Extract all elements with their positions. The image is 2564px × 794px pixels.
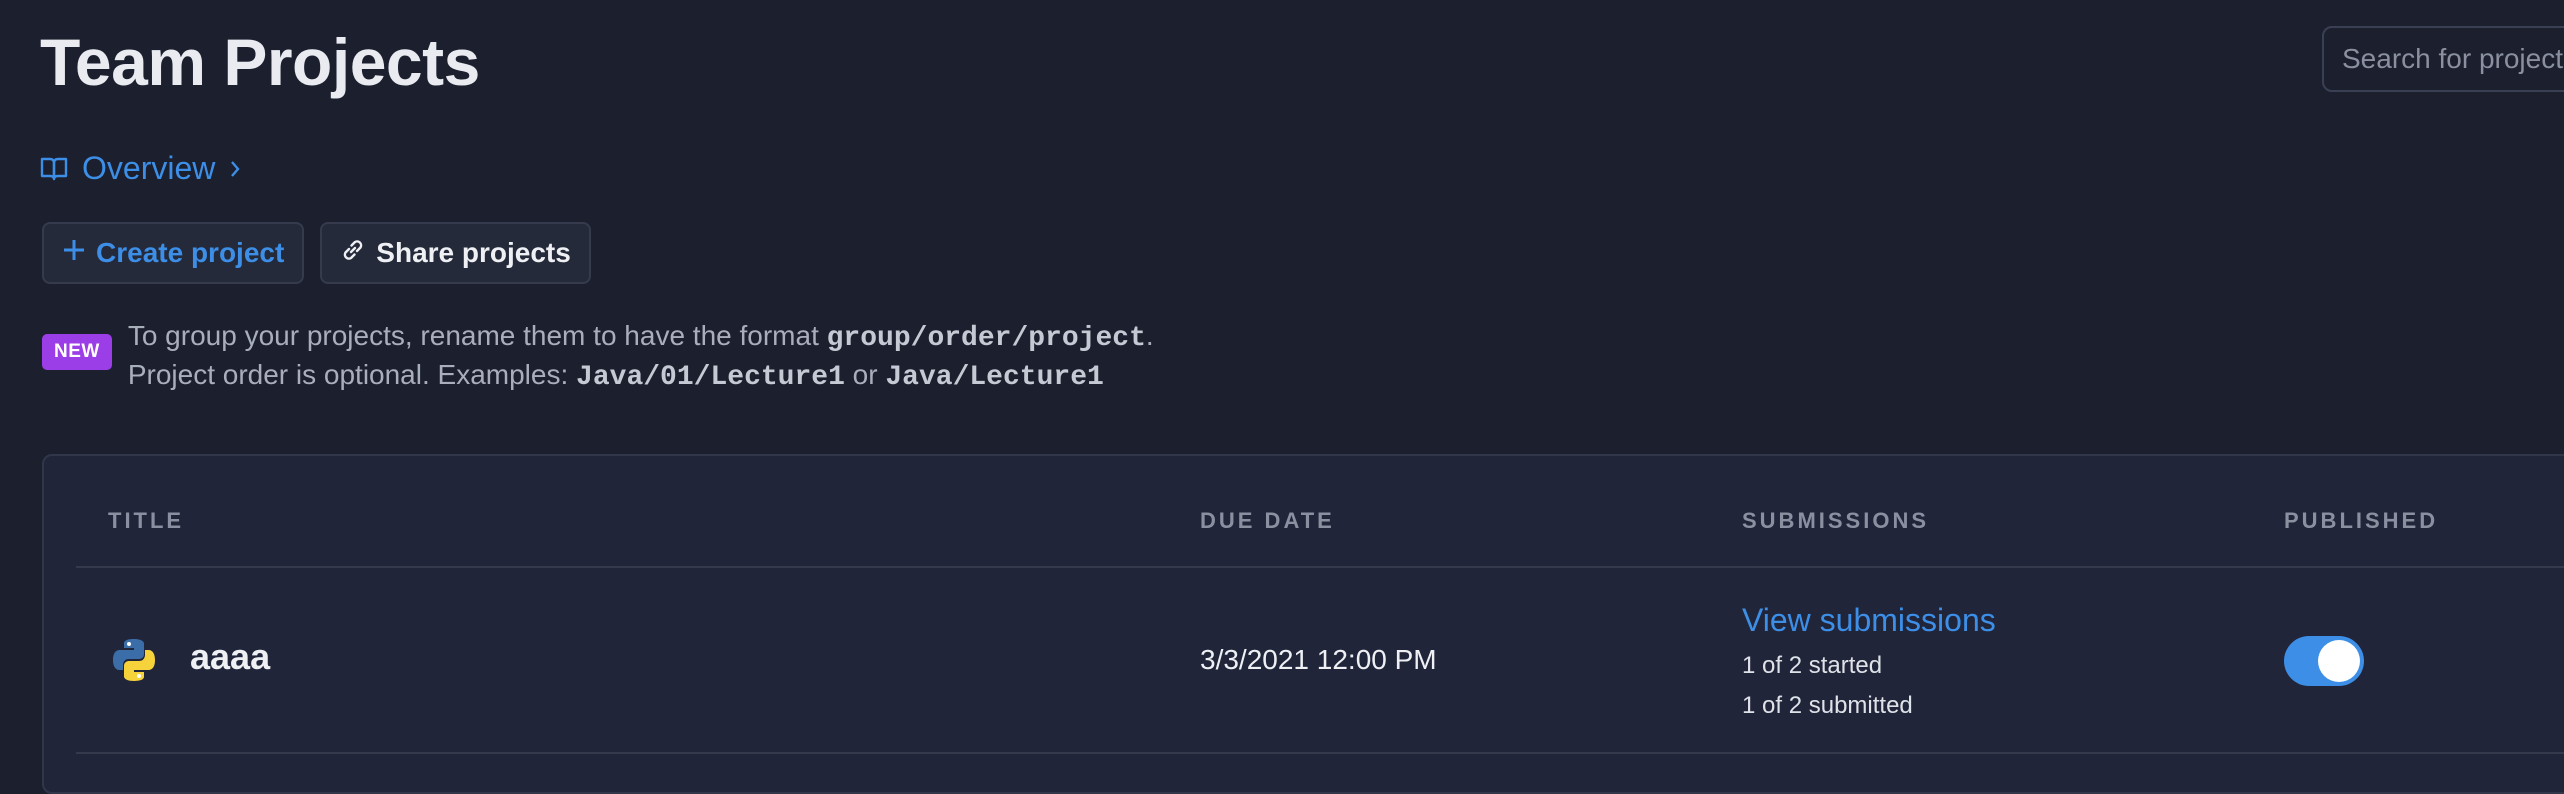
search-input[interactable] xyxy=(2324,28,2564,90)
row-divider xyxy=(76,752,2564,754)
format-code: group/order/project xyxy=(826,323,1146,354)
example-code-1: Java/01/Lecture1 xyxy=(576,362,845,393)
project-actions: Create project Share projects xyxy=(42,222,591,284)
toggle-knob xyxy=(2318,640,2360,682)
notice-line-1: To group your projects, rename them to h… xyxy=(128,318,1154,357)
notice-text: To group your projects, rename them to h… xyxy=(128,318,1154,396)
grouping-notice: NEW To group your projects, rename them … xyxy=(42,318,1154,396)
notice-or: or xyxy=(844,359,886,390)
python-icon xyxy=(110,636,158,689)
share-projects-label: Share projects xyxy=(376,237,571,268)
plus-icon xyxy=(62,237,86,269)
header-divider xyxy=(76,566,2564,568)
link-icon xyxy=(340,237,366,270)
project-title[interactable]: aaaa xyxy=(190,636,270,678)
breadcrumb[interactable]: Overview xyxy=(40,150,241,187)
chevron-right-icon xyxy=(229,159,241,179)
breadcrumb-overview-label[interactable]: Overview xyxy=(82,150,215,187)
search-box[interactable] xyxy=(2322,26,2564,92)
view-submissions-link[interactable]: View submissions xyxy=(1742,602,1996,639)
create-project-button[interactable]: Create project xyxy=(42,222,305,284)
due-date: 3/3/2021 12:00 PM xyxy=(1200,644,1437,675)
page-title: Team Projects xyxy=(40,25,480,99)
book-icon xyxy=(40,156,68,182)
notice-line-2: Project order is optional. Examples: Jav… xyxy=(128,357,1154,396)
notice-line-1-text: To group your projects, rename them to h… xyxy=(127,320,827,351)
published-toggle[interactable] xyxy=(2284,636,2364,686)
column-header-published[interactable]: PUBLISHED xyxy=(2284,508,2438,534)
new-badge: NEW xyxy=(42,334,112,370)
share-projects-button[interactable]: Share projects xyxy=(320,222,591,284)
notice-line-1-end: . xyxy=(1145,320,1154,351)
column-header-title[interactable]: TITLE xyxy=(108,508,184,534)
submitted-count: 1 of 2 submitted xyxy=(1742,692,1913,719)
column-header-submissions[interactable]: SUBMISSIONS xyxy=(1742,508,1929,534)
example-code-2: Java/Lecture1 xyxy=(885,362,1104,393)
notice-line-2-text: Project order is optional. Examples: xyxy=(127,359,577,390)
column-header-due-date[interactable]: DUE DATE xyxy=(1200,508,1335,534)
create-project-label: Create project xyxy=(96,237,285,268)
projects-table: TITLE DUE DATE SUBMISSIONS PUBLISHED aaa… xyxy=(42,454,2564,794)
started-count: 1 of 2 started xyxy=(1742,652,1883,679)
